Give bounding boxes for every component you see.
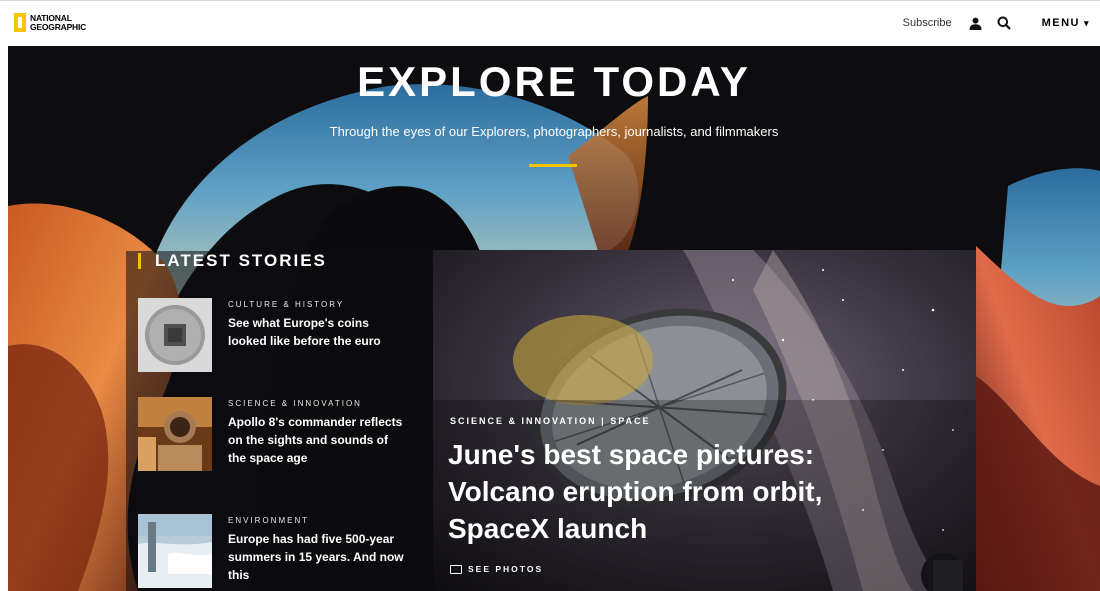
story-headline[interactable]: See what Europe's coins looked like befo… [228, 314, 408, 350]
natgeo-logo[interactable]: NATIONAL GEOGRAPHIC [14, 13, 86, 32]
user-icon[interactable] [968, 15, 984, 31]
story-category: ENVIRONMENT [228, 516, 310, 525]
camera-icon [450, 564, 462, 574]
header-actions: Subscribe MENU ▾ [903, 15, 1090, 31]
astronaut-thumbnail[interactable] [138, 397, 212, 471]
story-item[interactable]: SCIENCE & INNOVATION Apollo 8's commande… [138, 397, 408, 471]
search-icon[interactable] [996, 15, 1012, 31]
story-category: SCIENCE & INNOVATION [228, 399, 362, 408]
story-headline[interactable]: Apollo 8's commander reflects on the sig… [228, 413, 408, 467]
latest-stories-heading: LATEST STORIES [138, 251, 327, 271]
see-photos-link[interactable]: SEE PHOTOS [450, 564, 543, 574]
story-category: CULTURE & HISTORY [228, 300, 345, 309]
hero-divider [529, 164, 577, 167]
hero-section: EXPLORE TODAY Through the eyes of our Ex… [8, 46, 1100, 591]
story-headline[interactable]: Europe has had five 500-year summers in … [228, 530, 408, 584]
see-photos-label: SEE PHOTOS [468, 564, 544, 574]
site-header: NATIONAL GEOGRAPHIC Subscribe MENU ▾ [0, 0, 1100, 46]
story-item[interactable]: CULTURE & HISTORY See what Europe's coin… [138, 298, 408, 372]
coin-thumbnail[interactable] [138, 298, 212, 372]
chevron-down-icon: ▾ [1083, 17, 1090, 28]
featured-category: SCIENCE & INNOVATION | SPACE [450, 416, 651, 426]
subscribe-link[interactable]: Subscribe [903, 17, 952, 29]
menu-label: MENU [1041, 17, 1080, 29]
hero-title: EXPLORE TODAY [357, 58, 751, 105]
featured-story-card[interactable]: SCIENCE & INNOVATION | SPACE June's best… [433, 250, 976, 591]
latest-stories-title: LATEST STORIES [155, 251, 327, 270]
menu-button[interactable]: MENU ▾ [1042, 17, 1090, 29]
accent-bar [138, 253, 141, 269]
featured-headline[interactable]: June's best space pictures: Volcano erup… [448, 436, 908, 547]
hero-subtitle: Through the eyes of our Explorers, photo… [329, 124, 779, 139]
waterfall-thumbnail[interactable] [138, 514, 212, 588]
logo-line-2: GEOGRAPHIC [30, 21, 87, 32]
yellow-border-icon [14, 13, 26, 32]
story-item[interactable]: ENVIRONMENT Europe has had five 500-year… [138, 514, 408, 588]
